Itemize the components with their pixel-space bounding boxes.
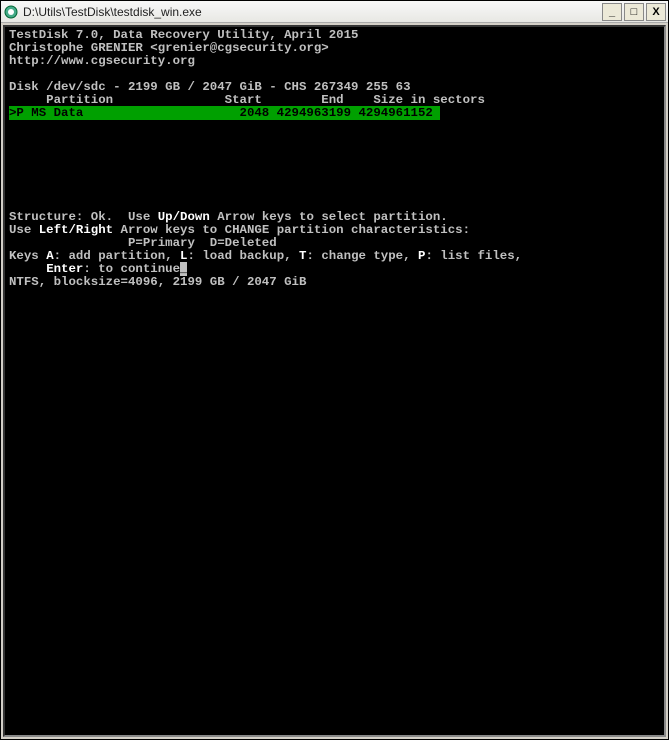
window-title: D:\Utils\TestDisk\testdisk_win.exe: [23, 5, 600, 19]
console-output[interactable]: TestDisk 7.0, Data Recovery Utility, Apr…: [3, 25, 666, 737]
hint-updown: Up/Down: [158, 210, 210, 224]
key-l-post: : load backup,: [187, 249, 299, 263]
partition-row-selected[interactable]: >P MS Data 2048 4294963199 4294961152: [9, 106, 440, 120]
titlebar[interactable]: D:\Utils\TestDisk\testdisk_win.exe _ □ X: [1, 1, 668, 23]
app-window: D:\Utils\TestDisk\testdisk_win.exe _ □ X…: [0, 0, 669, 740]
console-frame: TestDisk 7.0, Data Recovery Utility, Apr…: [1, 23, 668, 739]
key-a-post: : add partition,: [54, 249, 180, 263]
minimize-button[interactable]: _: [602, 3, 622, 21]
app-header-line3: http://www.cgsecurity.org: [9, 54, 195, 68]
key-a: A: [46, 249, 53, 263]
hint-structure-pre: Structure: Ok. Use: [9, 210, 158, 224]
keys-pre: Keys: [9, 249, 46, 263]
filesystem-info: NTFS, blocksize=4096, 2199 GB / 2047 GiB: [9, 275, 306, 289]
key-p-post: : list files,: [425, 249, 522, 263]
hint-lr-pre: Use: [9, 223, 39, 237]
app-header-line1: TestDisk 7.0, Data Recovery Utility, Apr…: [9, 28, 358, 42]
disk-info: Disk /dev/sdc - 2199 GB / 2047 GiB - CHS…: [9, 80, 411, 94]
enter-post: : to continue: [83, 262, 180, 276]
enter-pre: [9, 262, 46, 276]
app-header-line2: Christophe GRENIER <grenier@cgsecurity.o…: [9, 41, 329, 55]
app-icon: [3, 4, 19, 20]
close-button[interactable]: X: [646, 3, 666, 21]
partition-header: Partition Start End Size in sectors: [9, 93, 485, 107]
key-t-post: : change type,: [306, 249, 418, 263]
hint-structure-post: Arrow keys to select partition.: [210, 210, 448, 224]
maximize-button[interactable]: □: [624, 3, 644, 21]
hint-leftright: Left/Right: [39, 223, 113, 237]
hint-lr-post: Arrow keys to CHANGE partition character…: [113, 223, 470, 237]
hint-legend: P=Primary D=Deleted: [9, 236, 277, 250]
cursor: _: [180, 262, 187, 276]
key-enter: Enter: [46, 262, 83, 276]
